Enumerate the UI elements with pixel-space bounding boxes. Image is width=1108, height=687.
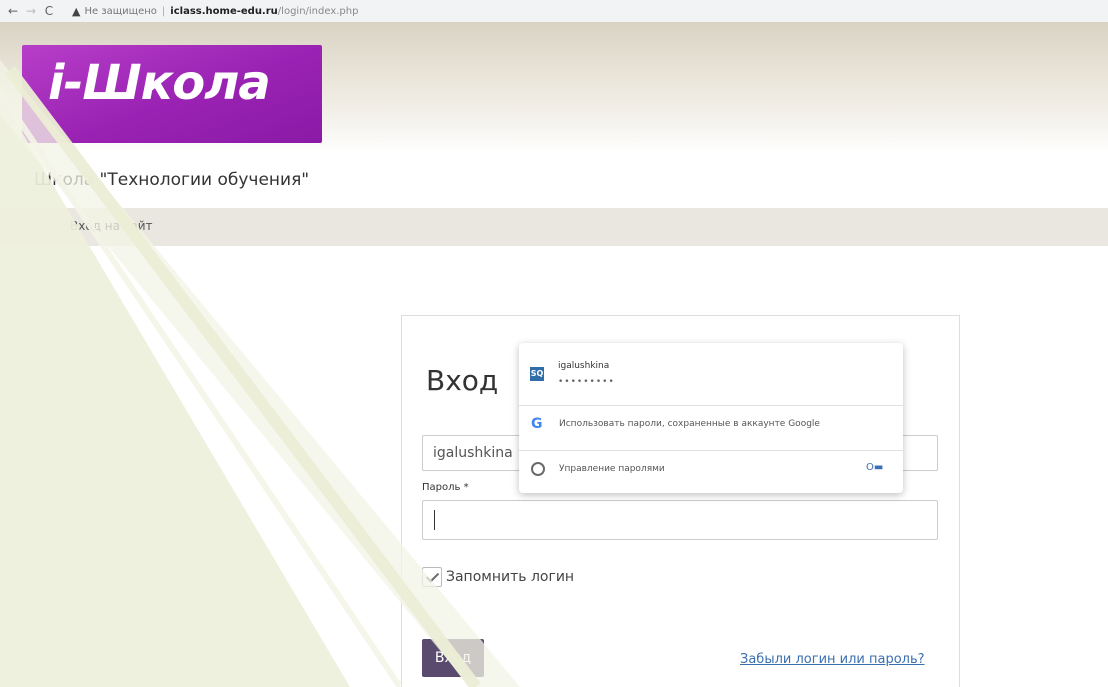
url-path[interactable]: /login/index.php [278,6,359,17]
back-arrow-icon[interactable]: ← [4,4,22,18]
breadcrumb: Вход на сайт [0,208,1108,246]
page: ← → C ▲ Не защищено | iclass.home-edu.ru… [0,0,1108,687]
settings-icon [531,462,545,476]
login-button[interactable]: Вход [422,639,484,677]
divider [519,450,903,451]
url-host[interactable]: iclass.home-edu.ru [170,6,278,17]
warning-icon[interactable]: ▲ [72,5,80,18]
text-caret [434,510,435,530]
saved-password-mask: ••••••••• [558,377,615,387]
school-title: Школа "Технологии обучения" [34,170,310,190]
use-google-passwords-item[interactable]: G Использовать пароли, сохраненные в акк… [519,410,903,440]
site-favicon-icon: SQ [530,367,544,381]
password-input[interactable] [422,500,938,540]
password-autofill-popup: SQ igalushkina ••••••••• G Использовать … [519,343,903,493]
breadcrumb-current: Вход на сайт [70,219,153,233]
use-google-passwords-label: Использовать пароли, сохраненные в аккау… [559,419,820,429]
forgot-password-link[interactable]: Забыли логин или пароль? [740,652,925,667]
manage-passwords-item[interactable]: Управление паролями O▬ [519,456,903,486]
forward-arrow-icon[interactable]: → [22,4,40,18]
url-separator: | [161,5,166,17]
browser-address-bar: ← → C ▲ Не защищено | iclass.home-edu.ru… [0,0,1108,23]
reload-icon[interactable]: C [40,4,58,18]
logo-text: i-Школа [48,55,271,111]
remember-label[interactable]: Запомнить логин [446,569,574,585]
divider [519,405,903,406]
saved-credential-item[interactable]: SQ igalushkina ••••••••• [519,343,903,403]
login-title: Вход [426,364,499,397]
manage-passwords-label: Управление паролями [559,464,665,474]
key-icon: O▬ [866,462,884,473]
site-logo[interactable]: i-Школа [22,45,322,143]
password-label: Пароль * [422,482,469,493]
insecure-label[interactable]: Не защищено [84,6,156,17]
remember-login[interactable]: Запомнить логин [422,567,574,587]
saved-username: igalushkina [558,361,610,371]
remember-checkbox[interactable] [422,567,442,587]
google-icon: G [531,416,543,432]
